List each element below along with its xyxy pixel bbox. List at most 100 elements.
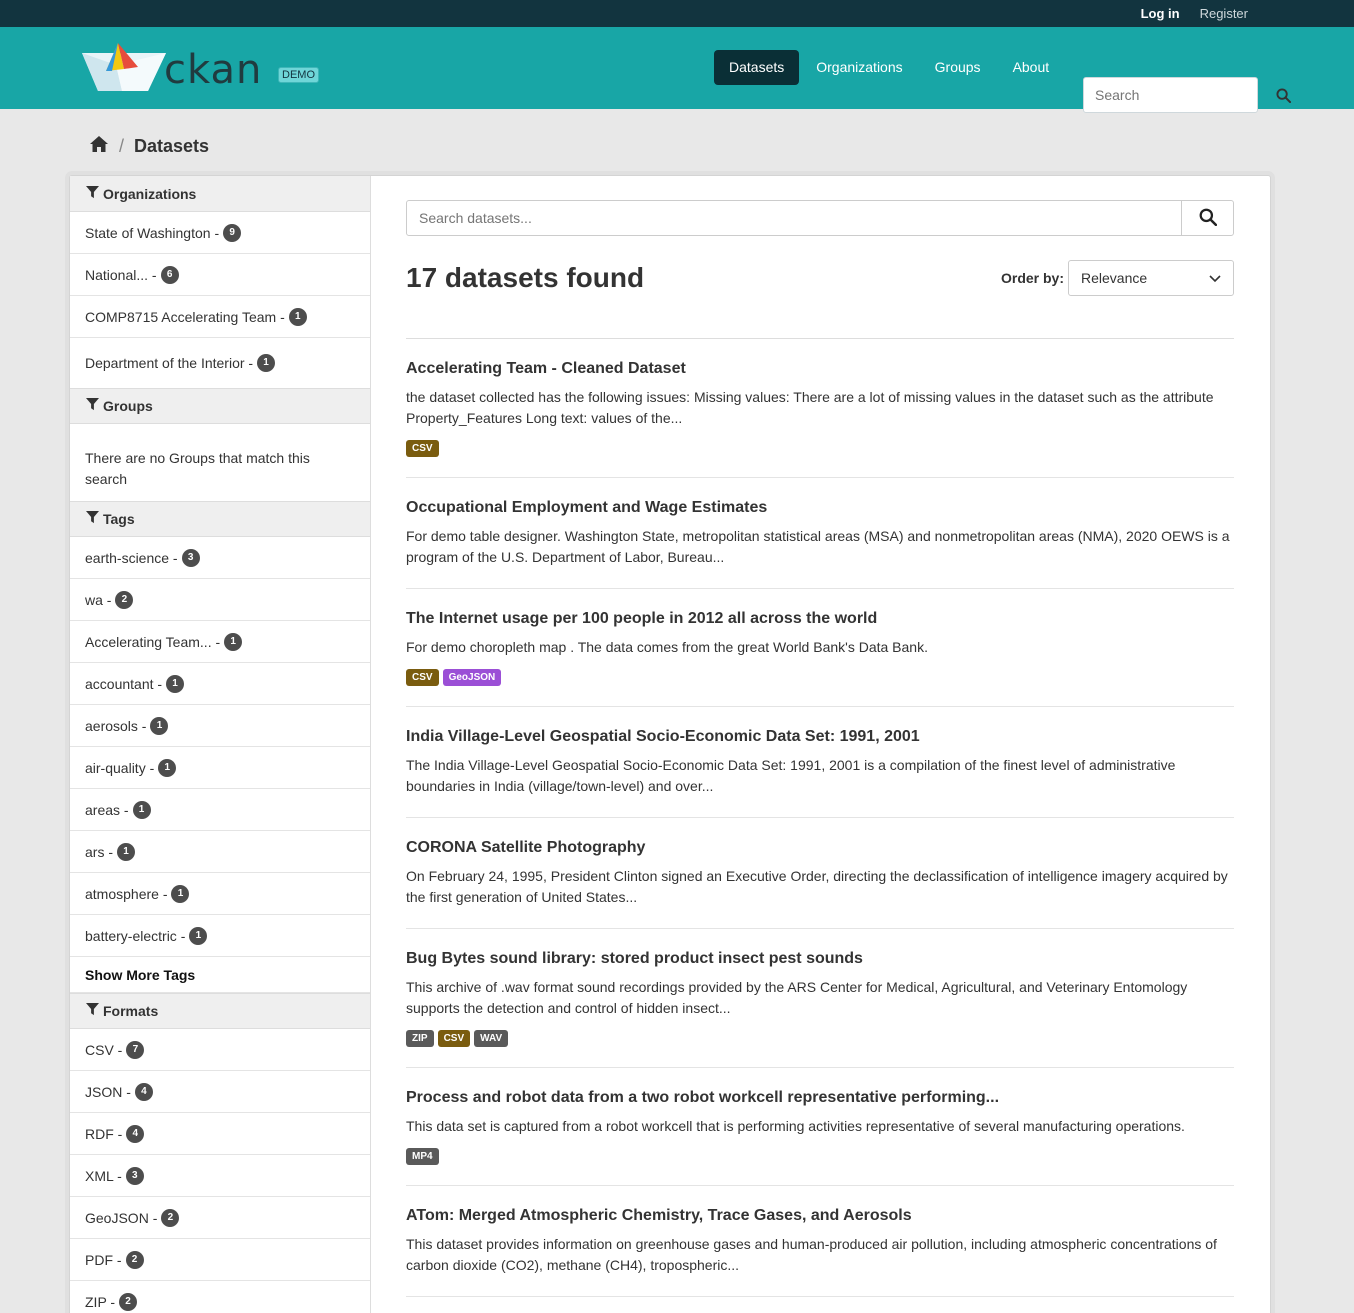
dataset-title-link[interactable]: The Internet usage per 100 people in 201…	[406, 609, 1234, 629]
facet-count: 3	[125, 1166, 144, 1185]
dataset-title-link[interactable]: Occupational Employment and Wage Estimat…	[406, 498, 1234, 518]
facet-label: RDF -	[85, 1125, 123, 1142]
facet-item[interactable]: RDF -4	[70, 1113, 370, 1155]
nav-datasets[interactable]: Datasets	[714, 50, 800, 85]
breadcrumb-separator: /	[119, 136, 125, 156]
facet-list-tags: earth-science -3 wa -2 Accelerating Team…	[70, 537, 370, 957]
dataset-item: CORONA Satellite Photography On February …	[406, 818, 1234, 929]
dataset-title-link[interactable]: Bug Bytes sound library: stored product …	[406, 949, 1234, 969]
chevron-down-icon	[1209, 270, 1221, 286]
brand-name: ckan	[164, 47, 263, 93]
facet-item[interactable]: areas -1	[70, 789, 370, 831]
facet-label: CSV -	[85, 1041, 123, 1058]
paper-boat-icon	[82, 43, 166, 91]
facet-label: atmosphere -	[85, 885, 168, 902]
content-wrapper: Organizations State of Washington -9 Nat…	[69, 175, 1271, 1313]
facet-heading-label: Organizations	[103, 185, 197, 202]
nav-groups[interactable]: Groups	[920, 50, 996, 85]
dataset-title-link[interactable]: ATom: Merged Atmospheric Chemistry, Trac…	[406, 1206, 1234, 1226]
dataset-search-form	[406, 200, 1234, 236]
results-header: 17 datasets found Order by: Relevance	[406, 260, 1234, 296]
facet-item[interactable]: CSV -7	[70, 1029, 370, 1071]
site-logo[interactable]: ckan DEMO	[82, 41, 322, 97]
dataset-notes: For demo table designer. Washington Stat…	[406, 528, 1230, 565]
facet-label: GeoJSON -	[85, 1209, 158, 1226]
breadcrumb-current[interactable]: Datasets	[134, 136, 209, 157]
home-icon[interactable]	[89, 135, 109, 158]
facet-count: 1	[158, 758, 177, 777]
facet-heading-tags: Tags	[70, 501, 370, 537]
login-link[interactable]: Log in	[1141, 6, 1180, 21]
facet-item[interactable]: wa -2	[70, 579, 370, 621]
nav-organizations[interactable]: Organizations	[801, 50, 917, 85]
facet-item[interactable]: XML -3	[70, 1155, 370, 1197]
dataset-title-link[interactable]: India Village-Level Geospatial Socio-Eco…	[406, 727, 1234, 747]
filter-icon	[86, 398, 99, 414]
facet-label: battery-electric -	[85, 927, 186, 944]
facet-label: State of Washington -	[85, 224, 220, 241]
dataset-item: Accelerating Team - Cleaned Dataset the d…	[406, 339, 1234, 478]
demo-badge: DEMO	[278, 67, 319, 83]
facet-count: 1	[288, 307, 307, 326]
facet-list-organizations: State of Washington -9 National... -6 CO…	[70, 212, 370, 388]
format-badge[interactable]: CSV	[406, 440, 439, 457]
dataset-notes: For demo choropleth map . The data comes…	[406, 639, 928, 655]
format-badge[interactable]: GeoJSON	[442, 669, 502, 686]
site-search	[1083, 77, 1291, 113]
register-link[interactable]: Register	[1200, 6, 1248, 21]
dataset-notes: The India Village-Level Geospatial Socio…	[406, 757, 1176, 794]
facet-item[interactable]: atmosphere -1	[70, 873, 370, 915]
facet-heading-label: Groups	[103, 398, 153, 414]
dataset-item: Bug Bytes sound library: stored product …	[406, 929, 1234, 1068]
facet-label: wa -	[85, 591, 112, 608]
show-more-tags-link[interactable]: Show More Tags	[70, 957, 370, 993]
facet-item[interactable]: GeoJSON -2	[70, 1197, 370, 1239]
site-search-input[interactable]	[1084, 78, 1276, 112]
search-icon	[1199, 208, 1217, 229]
dataset-notes: This data set is captured from a robot w…	[406, 1118, 1185, 1134]
dataset-list: Accelerating Team - Cleaned Dataset the d…	[406, 338, 1234, 1297]
format-badge[interactable]: CSV	[437, 1030, 471, 1047]
order-by-select[interactable]: Relevance	[1068, 260, 1234, 296]
search-icon[interactable]	[1276, 87, 1291, 103]
account-bar: Log in Register	[0, 0, 1354, 27]
facet-item[interactable]: ZIP -2	[70, 1281, 370, 1313]
facet-heading-organizations: Organizations	[70, 176, 370, 212]
facet-label: PDF -	[85, 1251, 122, 1268]
facet-item[interactable]: Department of the Interior -1	[70, 338, 370, 388]
facet-item[interactable]: National... -6	[70, 254, 370, 296]
facet-item[interactable]: earth-science -3	[70, 537, 370, 579]
dataset-search-button[interactable]	[1181, 201, 1233, 235]
format-badge[interactable]: CSV	[406, 669, 439, 686]
facet-label: air-quality -	[85, 759, 155, 776]
facet-item[interactable]: aerosols -1	[70, 705, 370, 747]
facet-item[interactable]: Accelerating Team... -1	[70, 621, 370, 663]
facet-count: 2	[161, 1208, 180, 1227]
facet-item[interactable]: COMP8715 Accelerating Team -1	[70, 296, 370, 338]
dataset-title-link[interactable]: CORONA Satellite Photography	[406, 838, 1234, 858]
facet-item[interactable]: PDF -2	[70, 1239, 370, 1281]
dataset-item: India Village-Level Geospatial Socio-Eco…	[406, 707, 1234, 818]
facet-item[interactable]: battery-electric -1	[70, 915, 370, 957]
facet-count: 9	[223, 223, 242, 242]
facet-count: 4	[134, 1082, 153, 1101]
facet-label: Department of the Interior -	[85, 355, 254, 371]
dataset-search-input[interactable]	[407, 201, 1181, 235]
filter-icon	[86, 511, 99, 527]
format-badge[interactable]: ZIP	[406, 1030, 434, 1047]
dataset-title-link[interactable]: Process and robot data from a two robot …	[406, 1088, 1234, 1108]
format-badge[interactable]: WAV	[474, 1030, 509, 1047]
facet-count: 4	[126, 1124, 145, 1143]
dataset-title-link[interactable]: Accelerating Team - Cleaned Dataset	[406, 359, 1234, 379]
account-links: Log in Register	[1141, 0, 1248, 27]
facet-item[interactable]: JSON -4	[70, 1071, 370, 1113]
facet-count: 7	[126, 1040, 145, 1059]
facet-item[interactable]: air-quality -1	[70, 747, 370, 789]
facet-item[interactable]: accountant -1	[70, 663, 370, 705]
facet-item[interactable]: State of Washington -9	[70, 212, 370, 254]
facet-item[interactable]: ars -1	[70, 831, 370, 873]
facet-count: 1	[257, 354, 276, 372]
facet-label: National... -	[85, 266, 157, 283]
nav-about[interactable]: About	[998, 50, 1065, 85]
format-badge[interactable]: MP4	[406, 1148, 439, 1165]
